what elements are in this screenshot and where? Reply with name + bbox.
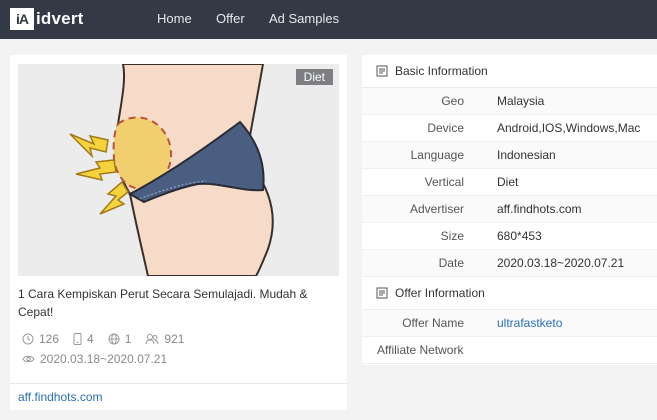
top-navbar: iA idvert Home Offer Ad Samples <box>0 0 657 39</box>
stat-users: 921 <box>145 332 184 346</box>
info-row-geo: Geo Malaysia <box>362 88 657 115</box>
logo[interactable]: iA idvert <box>10 8 84 30</box>
info-label: Size <box>440 229 464 243</box>
nav-item-offer[interactable]: Offer <box>216 11 245 26</box>
users-icon <box>145 334 159 345</box>
info-value: Indonesian <box>497 148 556 162</box>
document-icon <box>376 287 388 299</box>
eye-icon <box>22 355 35 363</box>
info-value: 680*453 <box>497 229 542 243</box>
nav-item-ad-samples[interactable]: Ad Samples <box>269 11 339 26</box>
ad-date-row: 2020.03.18~2020.07.21 <box>22 352 167 366</box>
logo-mark: iA <box>10 8 34 30</box>
stat-time: 126 <box>22 332 59 346</box>
document-icon <box>376 65 388 77</box>
info-row-size: Size 680*453 <box>362 223 657 250</box>
info-row-affiliate-network: Affiliate Network <box>362 337 657 364</box>
info-value: aff.findhots.com <box>497 202 582 216</box>
nav-item-home[interactable]: Home <box>157 11 192 26</box>
basic-info-heading: Basic Information <box>362 55 657 88</box>
info-label: Affiliate Network <box>377 343 464 357</box>
info-row-language: Language Indonesian <box>362 142 657 169</box>
info-row-date: Date 2020.03.18~2020.07.21 <box>362 250 657 277</box>
info-value: Diet <box>497 175 519 189</box>
info-row-device: Device Android,IOS,Windows,Mac <box>362 115 657 142</box>
ad-stats: 126 4 1 921 <box>22 332 198 346</box>
basic-info-title: Basic Information <box>395 64 488 78</box>
offer-info-title: Offer Information <box>395 286 485 300</box>
info-label: Offer Name <box>402 316 464 330</box>
stat-users-value: 921 <box>164 332 185 346</box>
stat-time-value: 126 <box>39 332 60 346</box>
info-label: Device <box>427 121 464 135</box>
info-value: 2020.03.18~2020.07.21 <box>497 256 625 270</box>
info-label: Advertiser <box>409 202 464 216</box>
stat-devices-value: 4 <box>87 332 94 346</box>
clock-icon <box>22 333 34 345</box>
offer-name-link[interactable]: ultrafastketo <box>497 316 562 330</box>
info-value: Malaysia <box>497 94 545 108</box>
offer-info-heading: Offer Information <box>362 277 657 310</box>
ad-illustration <box>18 64 339 276</box>
ad-title[interactable]: 1 Cara Kempiskan Perut Secara Semulajadi… <box>18 285 333 321</box>
stat-geo: 1 <box>108 332 132 346</box>
info-label: Geo <box>441 94 464 108</box>
info-row-vertical: Vertical Diet <box>362 169 657 196</box>
stat-devices: 4 <box>73 332 94 346</box>
info-value: Android,IOS,Windows,Mac <box>497 121 641 135</box>
stat-geo-value: 1 <box>124 332 132 346</box>
phone-icon <box>73 333 82 345</box>
info-row-offer-name: Offer Name ultrafastketo <box>362 310 657 337</box>
ad-card: Diet 1 Cara Kempiskan Perut Secara Semul… <box>10 55 347 410</box>
card-divider <box>10 383 347 384</box>
info-label: Date <box>438 256 464 270</box>
advertiser-link[interactable]: aff.findhots.com <box>18 390 103 404</box>
info-row-advertiser: Advertiser aff.findhots.com <box>362 196 657 223</box>
info-label: Vertical <box>424 175 464 189</box>
info-label: Language <box>410 148 464 162</box>
globe-icon <box>108 333 120 345</box>
vertical-tag: Diet <box>295 69 333 85</box>
info-panel: Basic Information Geo Malaysia Device An… <box>362 55 657 365</box>
logo-text: idvert <box>36 9 84 28</box>
ad-date-range: 2020.03.18~2020.07.21 <box>40 352 168 366</box>
ad-image[interactable]: Diet <box>18 64 339 276</box>
